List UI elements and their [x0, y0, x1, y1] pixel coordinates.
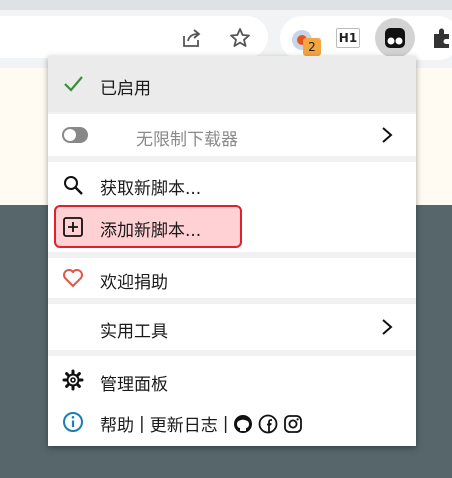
share-icon[interactable]: [178, 24, 206, 52]
utilities-item[interactable]: 实用工具: [48, 304, 416, 350]
chevron-right-icon: [382, 319, 393, 335]
script-row-unlimited-downloader[interactable]: 无限制下载器: [48, 114, 416, 156]
get-new-scripts-item[interactable]: 获取新脚本...: [48, 166, 416, 204]
h1-extension-button[interactable]: H1: [336, 28, 360, 48]
help-link[interactable]: 帮助: [100, 411, 134, 436]
help-row: 帮助 | 更新日志 |: [48, 404, 416, 440]
script-toggle-switch[interactable]: [62, 127, 88, 143]
separator: |: [139, 413, 145, 434]
extension-badge-button[interactable]: 2: [286, 24, 321, 58]
star-icon[interactable]: [226, 24, 254, 52]
info-icon: [62, 411, 84, 433]
dashboard-label: 管理面板: [100, 375, 168, 395]
github-icon[interactable]: [233, 414, 253, 434]
utilities-label: 实用工具: [100, 322, 168, 342]
dashboard-item[interactable]: 管理面板: [48, 360, 416, 400]
changelog-link[interactable]: 更新日志: [150, 411, 218, 436]
add-square-icon: [62, 216, 84, 238]
facebook-icon[interactable]: [258, 414, 278, 434]
add-new-script-item[interactable]: 添加新脚本...: [48, 208, 416, 246]
donate-item[interactable]: 欢迎捐助: [48, 258, 416, 298]
add-new-script-label: 添加新脚本...: [100, 221, 202, 241]
check-icon: [62, 73, 84, 95]
separator: |: [222, 413, 229, 434]
donate-label: 欢迎捐助: [100, 273, 168, 293]
gear-icon: [62, 369, 84, 391]
tampermonkey-icon: [385, 28, 405, 48]
heart-icon: [62, 267, 84, 289]
tampermonkey-popup-menu: 已启用 无限制下载器 获取新脚本... 添加新脚本... 欢迎捐助 实用工具 管…: [48, 56, 416, 446]
script-name: 无限制下载器: [136, 130, 238, 150]
get-new-scripts-label: 获取新脚本...: [100, 179, 202, 199]
chevron-right-icon: [382, 127, 393, 143]
tampermonkey-button[interactable]: [375, 18, 415, 58]
search-icon: [62, 174, 84, 196]
enabled-toggle-row[interactable]: 已启用: [48, 56, 416, 112]
puzzle-icon[interactable]: [428, 24, 452, 52]
enabled-label: 已启用: [100, 79, 151, 99]
extension-count-badge: 2: [303, 38, 321, 56]
instagram-icon[interactable]: [283, 414, 303, 434]
